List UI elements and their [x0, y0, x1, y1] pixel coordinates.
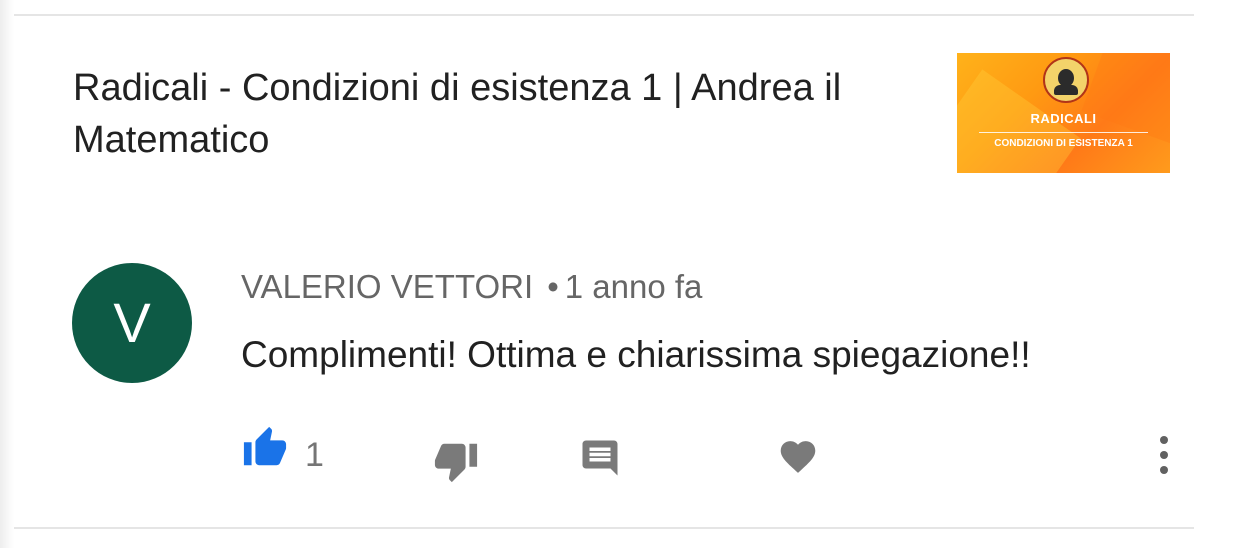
meta-separator: • [547, 268, 559, 305]
avatar[interactable]: V [72, 263, 192, 383]
video-thumbnail[interactable]: RADICALI CONDIZIONI DI ESISTENZA 1 [957, 53, 1170, 173]
author-name[interactable]: VALERIO VETTORI [241, 268, 533, 305]
comment-meta: VALERIO VETTORI • 1 anno fa [241, 266, 702, 308]
comment-time: 1 anno fa [564, 268, 703, 305]
thumb-up-icon[interactable] [241, 425, 289, 471]
heart-icon[interactable] [777, 436, 819, 474]
like-count: 1 [305, 436, 324, 474]
thumbnail-logo [1043, 57, 1089, 103]
reply-icon[interactable] [578, 437, 622, 479]
thumbnail-rule [979, 132, 1148, 133]
thumbnail-shape [1081, 53, 1170, 149]
comment-text: Complimenti! Ottima e chiarissima spiega… [241, 334, 1031, 375]
thumbnail-title: RADICALI [1030, 111, 1097, 126]
thumbnail-subtitle: CONDIZIONI DI ESISTENZA 1 [994, 138, 1133, 149]
top-divider [14, 14, 1194, 16]
left-edge-shade [0, 0, 14, 548]
bottom-divider [14, 527, 1194, 529]
thumb-down-icon[interactable] [432, 438, 480, 484]
more-vert-icon[interactable] [1156, 436, 1172, 474]
video-title[interactable]: Radicali - Condizioni di esistenza 1 | A… [73, 62, 933, 166]
